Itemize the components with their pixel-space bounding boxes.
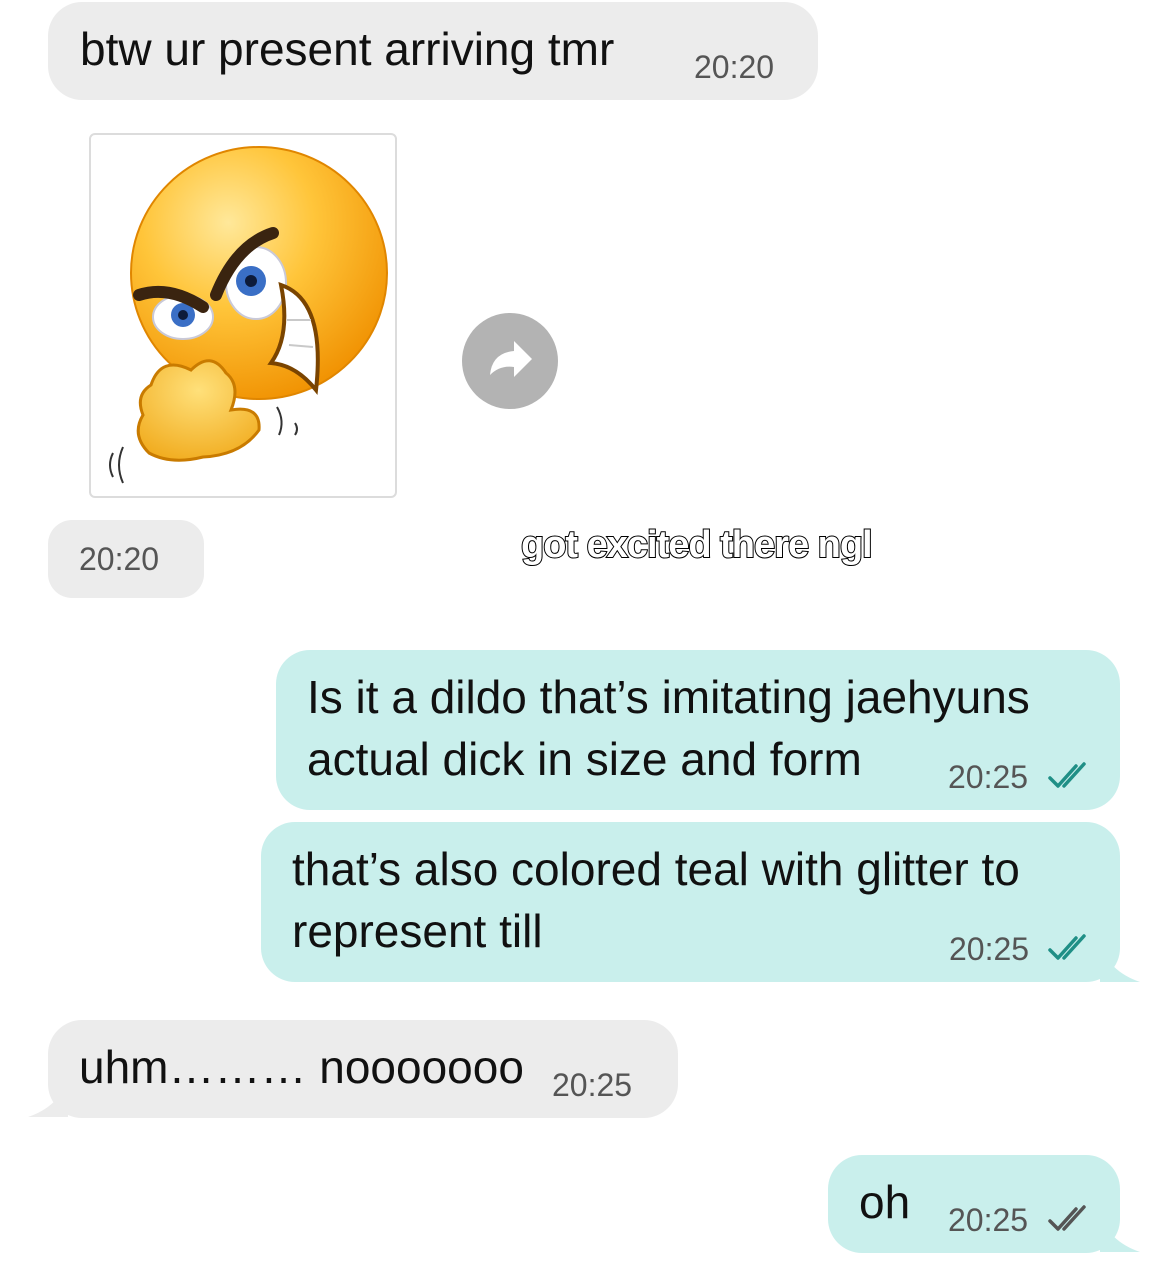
message-timestamp: 20:20: [694, 49, 775, 85]
double-check-icon: [1048, 762, 1086, 788]
outgoing-message-bubble[interactable]: that’s also colored teal with glitter to…: [261, 822, 1120, 982]
bubble-tail: [28, 1078, 68, 1117]
message-timestamp: 20:25: [552, 1067, 633, 1103]
outgoing-message-bubble[interactable]: oh 20:25: [828, 1155, 1120, 1253]
message-text: btw ur present arriving tmr: [80, 23, 615, 75]
double-check-icon: [1048, 934, 1086, 960]
bubble-tail: [1100, 1213, 1140, 1252]
message-timestamp: 20:25: [948, 759, 1029, 795]
message-text-line: represent till: [292, 905, 543, 957]
outgoing-message-bubble[interactable]: Is it a dildo that’s imitating jaehyuns …: [276, 650, 1120, 810]
bubble-tail: [1100, 943, 1140, 982]
smirking-kiss-emoji-icon: [109, 146, 388, 484]
forward-button[interactable]: [462, 313, 558, 409]
forward-arrow-icon: [490, 341, 532, 377]
incoming-message-bubble[interactable]: uhm……… nooooooo 20:25: [48, 1020, 678, 1118]
message-timestamp: 20:25: [948, 1202, 1029, 1238]
message-text-line: Is it a dildo that’s imitating jaehyuns: [307, 671, 1030, 723]
message-text: oh: [859, 1176, 911, 1228]
message-timestamp: 20:25: [949, 931, 1030, 967]
overlay-caption: got excited there ngl: [520, 523, 874, 567]
message-timestamp: 20:20: [79, 541, 160, 577]
message-text-line: that’s also colored teal with glitter to: [292, 843, 1020, 895]
double-check-icon: [1048, 1205, 1086, 1231]
incoming-message-bubble[interactable]: btw ur present arriving tmr 20:20: [48, 2, 818, 100]
message-text-line: actual dick in size and form: [307, 733, 862, 785]
sticker-image[interactable]: [89, 133, 397, 498]
sticker-timestamp-chip: 20:20: [48, 520, 204, 598]
message-text: uhm……… nooooooo: [79, 1041, 524, 1093]
